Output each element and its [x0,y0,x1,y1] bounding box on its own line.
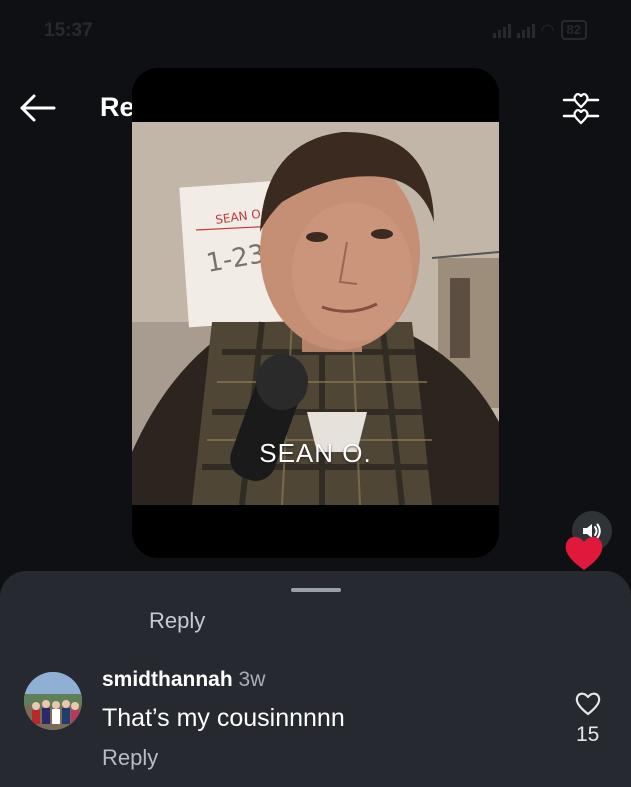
comment-text: That’s my cousinnnnn [102,704,345,732]
signal-icon-2 [516,22,535,38]
video-caption: SEAN O. [259,438,372,468]
back-arrow-icon[interactable] [18,90,58,126]
wifi-icon: ◠ [540,22,555,39]
reply-button[interactable]: Reply [149,608,205,634]
reply-sheet: Reply [0,571,631,787]
reel-video[interactable]: SEAN O 1-23 SEAN O. [132,122,499,505]
username-text[interactable]: smidthannah [102,668,233,691]
sheet-grabber[interactable] [291,588,341,592]
comment-reply-button[interactable]: Reply [102,745,158,771]
status-icons: ◠ 82 [492,20,587,40]
battery-indicator: 82 [560,20,587,40]
heart-outline-icon[interactable] [574,690,602,716]
avatar[interactable] [24,672,82,730]
reel-card[interactable]: SEAN O 1-23 SEAN O. [132,68,499,558]
heart-reaction-icon [562,532,606,572]
like-count: 15 [576,723,600,746]
status-time: 15:37 [44,20,93,41]
filter-sliders-icon[interactable] [560,88,602,128]
status-bar: 15:37 ◠ 82 [0,0,631,60]
comment-time: 3w [238,668,266,691]
signal-icon [492,22,511,38]
comment-username[interactable]: smidthannah 3w [102,668,265,692]
